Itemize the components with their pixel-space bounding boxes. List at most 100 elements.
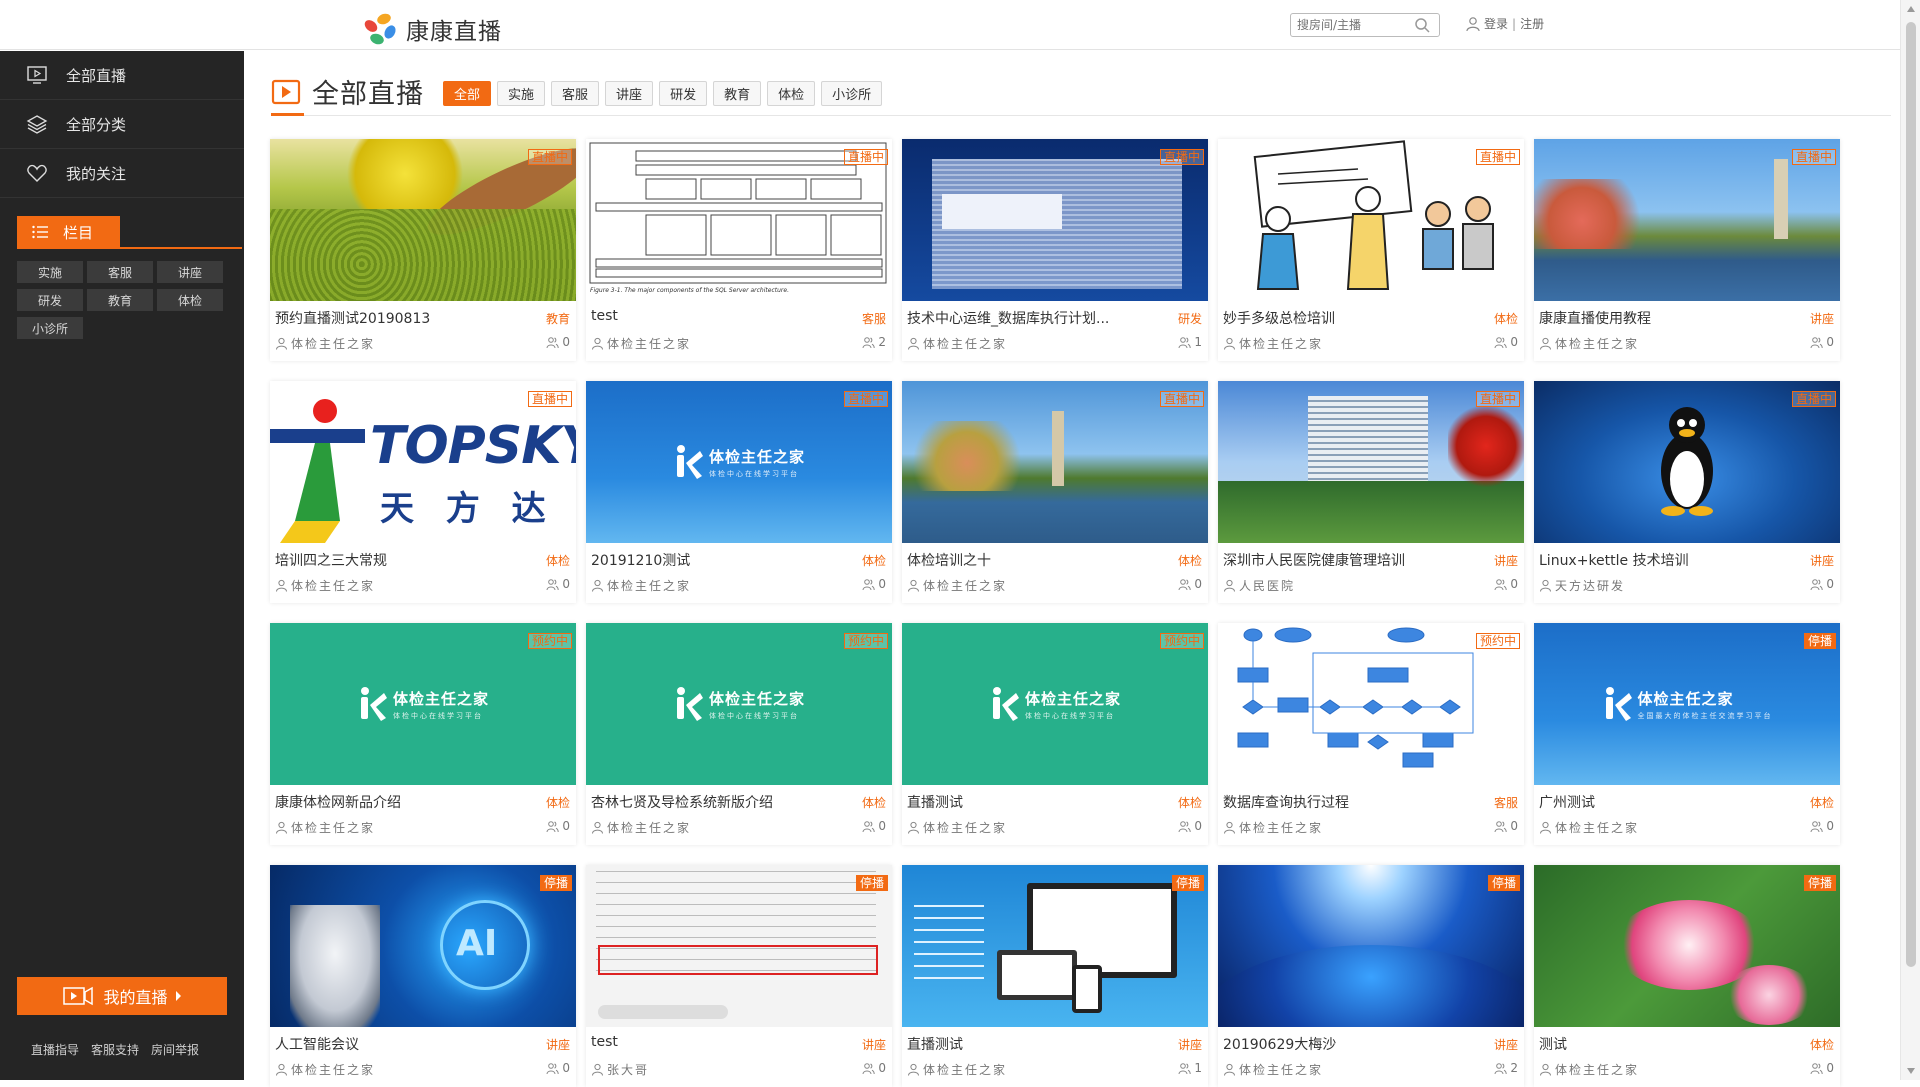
live-room-card[interactable]: 直播中 深圳市人民医院健康管理培训 讲座 人民医院 0 — [1218, 381, 1524, 603]
viewer-number: 2 — [1510, 1061, 1518, 1075]
sidebar-item-all-live[interactable]: 全部直播 — [0, 51, 244, 100]
live-room-card[interactable]: 体检主任之家 全国最大的体检主任交流学习平台 停播 广州测试 体检 体检主任之家 0 — [1534, 623, 1840, 845]
room-title[interactable]: 康康体检网新品介绍 — [275, 792, 525, 812]
search-input[interactable] — [1291, 15, 1411, 35]
room-title[interactable]: 预约直播测试20190813 — [275, 308, 525, 328]
live-room-card[interactable]: 体检主任之家 体检中心在线学习平台 预约中 杏林七贤及导检系统新版介绍 体检 体检主任之家… — [586, 623, 892, 845]
room-thumbnail[interactable]: 体检主任之家 体检中心在线学习平台 预约中 — [902, 623, 1208, 785]
room-thumbnail[interactable]: 体检主任之家 全国最大的体检主任交流学习平台 停播 — [1534, 623, 1840, 785]
live-room-card[interactable]: 直播中 体检培训之十 体检 体检主任之家 0 — [902, 381, 1208, 603]
filter-tab-jiaoyu[interactable]: 教育 — [713, 81, 762, 106]
live-room-card[interactable]: 停播 test 讲座 张大哥 0 — [586, 865, 892, 1087]
room-thumbnail[interactable]: 体检主任之家 体检中心在线学习平台 预约中 — [586, 623, 892, 785]
layers-icon — [26, 115, 48, 134]
room-title[interactable]: Linux+kettle 技术培训 — [1539, 550, 1789, 570]
host-name: 体检主任之家 — [923, 1063, 1008, 1077]
room-title[interactable]: 广州测试 — [1539, 792, 1789, 812]
room-thumbnail[interactable]: 直播中 — [1534, 381, 1840, 543]
room-title[interactable]: 人工智能会议 — [275, 1034, 525, 1054]
topsky-text: TOPSKY — [370, 416, 576, 476]
live-room-card[interactable]: 直播中 妙手多级总检培训 体检 体检主任之家 0 — [1218, 139, 1524, 361]
room-thumbnail[interactable]: 直播中 — [1218, 139, 1524, 301]
live-room-card[interactable]: 停播 直播测试 讲座 体检主任之家 1 — [902, 865, 1208, 1087]
room-thumbnail[interactable]: 体检主任之家 体检中心在线学习平台 预约中 — [270, 623, 576, 785]
scroll-down-icon[interactable] — [1907, 1068, 1915, 1074]
room-thumbnail[interactable]: 直播中 — [1218, 381, 1524, 543]
room-title[interactable]: 数据库查询执行过程 — [1223, 792, 1473, 812]
room-thumbnail[interactable]: 预约中 — [1218, 623, 1524, 785]
room-title[interactable]: 技术中心运维_数据库执行计划... — [907, 308, 1157, 328]
filter-tab-yanfa[interactable]: 研发 — [659, 81, 708, 106]
filter-tab-tijian[interactable]: 体检 — [767, 81, 816, 106]
room-title[interactable]: 康康直播使用教程 — [1539, 308, 1789, 328]
room-title[interactable]: 体检培训之十 — [907, 550, 1157, 570]
footer-link-guide[interactable]: 直播指导 — [31, 1041, 79, 1058]
room-title[interactable]: 测试 — [1539, 1034, 1789, 1054]
live-room-card[interactable]: 体检主任之家 体检中心在线学习平台 预约中 直播测试 体检 体检主任之家 0 — [902, 623, 1208, 845]
room-thumbnail[interactable]: Figure 3-1. The major components of the … — [586, 139, 892, 301]
room-category: 体检 — [1809, 1038, 1834, 1052]
live-room-card[interactable]: 停播 测试 体检 体检主任之家 0 — [1534, 865, 1840, 1087]
my-live-button[interactable]: 我的直播 — [17, 977, 227, 1015]
room-title[interactable]: 直播测试 — [907, 792, 1157, 812]
room-thumbnail[interactable]: 直播中 — [1534, 139, 1840, 301]
viewer-number: 0 — [1826, 335, 1834, 349]
sidebar-tag-tijian[interactable]: 体检 — [157, 289, 223, 311]
scrollbar[interactable] — [1900, 0, 1920, 1080]
room-thumbnail[interactable]: 直播中 — [270, 139, 576, 301]
sidebar-item-my-follows[interactable]: 我的关注 — [0, 149, 244, 198]
viewers-icon — [1810, 1062, 1826, 1075]
room-thumbnail[interactable]: 直播中 — [902, 381, 1208, 543]
live-room-card[interactable]: AI 停播 人工智能会议 讲座 体检主任之家 0 — [270, 865, 576, 1087]
login-link[interactable]: 登录 — [1484, 15, 1508, 32]
search-icon[interactable] — [1413, 16, 1431, 34]
room-thumbnail[interactable]: 体检主任之家 体检中心在线学习平台 直播中 — [586, 381, 892, 543]
sidebar-tag-jiaoyu[interactable]: 教育 — [87, 289, 153, 311]
room-thumbnail[interactable]: 停播 — [902, 865, 1208, 1027]
scroll-thumb[interactable] — [1906, 22, 1916, 967]
footer-link-report[interactable]: 房间举报 — [151, 1041, 199, 1058]
room-thumbnail[interactable]: 直播中 — [902, 139, 1208, 301]
register-link[interactable]: 注册 — [1520, 15, 1544, 32]
sidebar-item-all-categories[interactable]: 全部分类 — [0, 100, 244, 149]
room-host: 体检主任之家 — [275, 819, 375, 836]
footer-link-support[interactable]: 客服支持 — [91, 1041, 139, 1058]
room-title[interactable]: 妙手多级总检培训 — [1223, 308, 1473, 328]
logo[interactable]: 康康直播 — [362, 10, 502, 48]
live-room-card[interactable]: 直播中 技术中心运维_数据库执行计划... 研发 体检主任之家 1 — [902, 139, 1208, 361]
sidebar-tag-shishi[interactable]: 实施 — [17, 261, 83, 283]
room-title[interactable]: test — [591, 308, 841, 324]
filter-tab-xiaozhensuo[interactable]: 小诊所 — [821, 81, 883, 106]
room-thumbnail[interactable]: 停播 — [1534, 865, 1840, 1027]
live-room-card[interactable]: 体检主任之家 体检中心在线学习平台 直播中 20191210测试 体检 体检主任之家 0 — [586, 381, 892, 603]
room-title[interactable]: 培训四之三大常规 — [275, 550, 525, 570]
live-room-card[interactable]: Figure 3-1. The major components of the … — [586, 139, 892, 361]
scroll-up-icon[interactable] — [1907, 6, 1915, 12]
filter-tab-all[interactable]: 全部 — [443, 81, 492, 106]
room-thumbnail[interactable]: 停播 — [1218, 865, 1524, 1027]
room-thumbnail[interactable]: AI 停播 — [270, 865, 576, 1027]
sidebar-tag-xiaozhensuo[interactable]: 小诊所 — [17, 317, 83, 339]
sidebar-tag-jiangzuo[interactable]: 讲座 — [157, 261, 223, 283]
room-title[interactable]: test — [591, 1034, 841, 1050]
room-thumbnail[interactable]: TOPSKY 天 方 达 直播中 — [270, 381, 576, 543]
live-room-card[interactable]: 直播中 预约直播测试20190813 教育 体检主任之家 0 — [270, 139, 576, 361]
live-room-card[interactable]: 停播 20190629大梅沙 讲座 体检主任之家 2 — [1218, 865, 1524, 1087]
live-room-card[interactable]: 体检主任之家 体检中心在线学习平台 预约中 康康体检网新品介绍 体检 体检主任之家 0 — [270, 623, 576, 845]
live-room-card[interactable]: 直播中 康康直播使用教程 讲座 体检主任之家 0 — [1534, 139, 1840, 361]
room-title[interactable]: 直播测试 — [907, 1034, 1157, 1054]
room-title[interactable]: 20190629大梅沙 — [1223, 1034, 1473, 1054]
live-room-card[interactable]: 直播中 Linux+kettle 技术培训 讲座 天方达研发 0 — [1534, 381, 1840, 603]
host-name: 体检主任之家 — [291, 579, 376, 593]
live-room-card[interactable]: 预约中 数据库查询执行过程 客服 体检主任之家 0 — [1218, 623, 1524, 845]
room-title[interactable]: 20191210测试 — [591, 550, 841, 570]
sidebar-tag-yanfa[interactable]: 研发 — [17, 289, 83, 311]
room-title[interactable]: 深圳市人民医院健康管理培训 — [1223, 550, 1473, 570]
filter-tab-kefu[interactable]: 客服 — [551, 81, 600, 106]
filter-tab-jiangzuo[interactable]: 讲座 — [605, 81, 654, 106]
filter-tab-shishi[interactable]: 实施 — [497, 81, 546, 106]
room-thumbnail[interactable]: 停播 — [586, 865, 892, 1027]
room-title[interactable]: 杏林七贤及导检系统新版介绍 — [591, 792, 841, 812]
sidebar-tag-kefu[interactable]: 客服 — [87, 261, 153, 283]
live-room-card[interactable]: TOPSKY 天 方 达 直播中 培训四之三大常规 体检 体检主任之家 0 — [270, 381, 576, 603]
